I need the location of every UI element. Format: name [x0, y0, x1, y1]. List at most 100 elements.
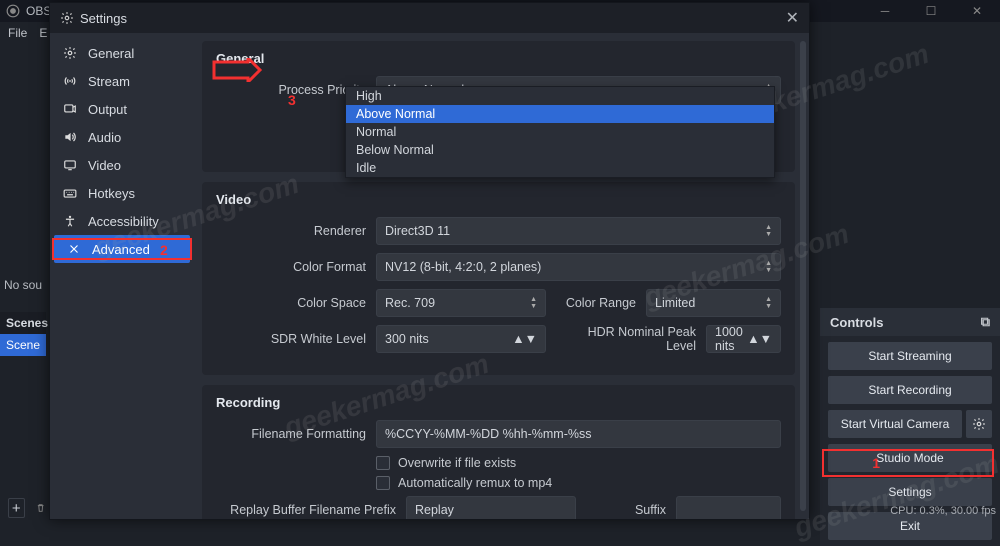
sidebar-label: General: [88, 46, 134, 61]
vcam-settings-button[interactable]: [966, 410, 992, 438]
general-heading: General: [216, 51, 781, 66]
annotation-num-3: 3: [288, 92, 296, 108]
dropdown-option-idle[interactable]: Idle: [346, 159, 774, 177]
controls-header: Controls: [830, 315, 883, 330]
popout-icon[interactable]: ⧉: [981, 314, 990, 330]
suffix-input[interactable]: [676, 496, 781, 519]
sdr-label: SDR White Level: [216, 332, 366, 346]
autoremux-label: Automatically remux to mp4: [398, 476, 552, 490]
menu-edit[interactable]: E: [39, 26, 47, 40]
hdr-value: 1000 nits: [715, 325, 747, 353]
chevron-updown-icon: ▲▼: [765, 224, 772, 238]
annotation-num-2: 2: [160, 242, 168, 258]
color-format-label: Color Format: [216, 260, 366, 274]
sidebar-item-advanced[interactable]: Advanced: [54, 235, 190, 263]
chevron-updown-icon: ▲▼: [747, 332, 772, 346]
studio-mode-button[interactable]: Studio Mode: [828, 444, 992, 472]
overwrite-label: Overwrite if file exists: [398, 456, 516, 470]
scrollbar[interactable]: [800, 41, 806, 511]
checkbox-icon: [376, 476, 390, 490]
renderer-value: Direct3D 11: [385, 224, 450, 238]
dropdown-option-high[interactable]: High: [346, 87, 774, 105]
status-bar: CPU: 0.3%, 30.00 fps: [890, 499, 996, 523]
sidebar-label: Stream: [88, 74, 130, 89]
video-heading: Video: [216, 192, 781, 207]
no-source-text: No sou: [0, 278, 42, 292]
dialog-close-button[interactable]: ✕: [786, 8, 799, 28]
dialog-title: Settings: [80, 11, 127, 26]
start-virtual-camera-button[interactable]: Start Virtual Camera: [828, 410, 962, 438]
replay-input[interactable]: Replay: [406, 496, 576, 519]
filename-label: Filename Formatting: [216, 427, 366, 441]
dropdown-option-normal[interactable]: Normal: [346, 123, 774, 141]
hdr-label: HDR Nominal Peak Level: [556, 325, 696, 353]
color-range-combo[interactable]: Limited ▲▼: [646, 289, 781, 317]
color-range-value: Limited: [655, 296, 695, 310]
filename-input[interactable]: %CCYY-%MM-%DD %hh-%mm-%ss: [376, 420, 781, 448]
sidebar-label: Audio: [88, 130, 121, 145]
speaker-icon: [62, 129, 78, 145]
renderer-label: Renderer: [216, 224, 366, 238]
sidebar-item-general[interactable]: General: [50, 39, 194, 67]
keyboard-icon: [62, 185, 78, 201]
autoremux-checkbox[interactable]: Automatically remux to mp4: [376, 476, 781, 490]
antenna-icon: [62, 73, 78, 89]
sidebar-label: Accessibility: [88, 214, 159, 229]
dropdown-option-above-normal[interactable]: Above Normal: [346, 105, 774, 123]
sidebar-label: Video: [88, 158, 121, 173]
replay-value: Replay: [415, 503, 454, 517]
chevron-updown-icon: ▲▼: [512, 332, 537, 346]
overwrite-checkbox[interactable]: Overwrite if file exists: [376, 456, 781, 470]
gear-icon: [62, 45, 78, 61]
minimize-button[interactable]: ─: [862, 0, 908, 22]
sidebar-item-stream[interactable]: Stream: [50, 67, 194, 95]
renderer-combo[interactable]: Direct3D 11 ▲▼: [376, 217, 781, 245]
sidebar-item-accessibility[interactable]: Accessibility: [50, 207, 194, 235]
chevron-updown-icon: ▲▼: [530, 296, 537, 310]
maximize-button[interactable]: ☐: [908, 0, 954, 22]
scene-item[interactable]: Scene: [0, 334, 46, 356]
process-priority-dropdown[interactable]: High Above Normal Normal Below Normal Id…: [345, 86, 775, 178]
trash-icon[interactable]: [35, 501, 46, 515]
replay-label: Replay Buffer Filename Prefix: [216, 503, 396, 517]
sidebar-label: Output: [88, 102, 127, 117]
annotation-arrow-icon: [212, 58, 262, 82]
accessibility-icon: [62, 213, 78, 229]
output-icon: [62, 101, 78, 117]
hdr-spin[interactable]: 1000 nits ▲▼: [706, 325, 781, 353]
chevron-updown-icon: ▲▼: [765, 260, 772, 274]
gear-icon: [972, 417, 986, 431]
annotation-num-1: 1: [872, 455, 880, 471]
start-streaming-button[interactable]: Start Streaming: [828, 342, 992, 370]
start-recording-button[interactable]: Start Recording: [828, 376, 992, 404]
recording-heading: Recording: [216, 395, 781, 410]
scenes-header: Scenes: [0, 312, 46, 334]
sidebar-item-audio[interactable]: Audio: [50, 123, 194, 151]
gear-icon: [60, 11, 74, 25]
color-range-label: Color Range: [556, 296, 636, 310]
chevron-updown-icon: ▲▼: [765, 296, 772, 310]
sdr-value: 300 nits: [385, 332, 429, 346]
color-format-combo[interactable]: NV12 (8-bit, 4:2:0, 2 planes) ▲▼: [376, 253, 781, 281]
obs-icon: [6, 4, 20, 18]
color-space-value: Rec. 709: [385, 296, 435, 310]
sdr-spin[interactable]: 300 nits ▲▼: [376, 325, 546, 353]
color-space-label: Color Space: [216, 296, 366, 310]
sidebar-item-output[interactable]: Output: [50, 95, 194, 123]
color-space-combo[interactable]: Rec. 709 ▲▼: [376, 289, 546, 317]
status-cpu: CPU: 0.3%, 30.00 fps: [890, 505, 996, 517]
sidebar-item-video[interactable]: Video: [50, 151, 194, 179]
tools-icon: [66, 241, 82, 257]
sidebar-item-hotkeys[interactable]: Hotkeys: [50, 179, 194, 207]
add-scene-button[interactable]: +: [8, 498, 25, 518]
video-panel: Video Renderer Direct3D 11 ▲▼ Color Form…: [202, 182, 795, 375]
close-button[interactable]: ✕: [954, 0, 1000, 22]
menu-file[interactable]: File: [8, 26, 27, 40]
sidebar-label: Advanced: [92, 242, 150, 257]
dropdown-option-below-normal[interactable]: Below Normal: [346, 141, 774, 159]
monitor-icon: [62, 157, 78, 173]
checkbox-icon: [376, 456, 390, 470]
filename-value: %CCYY-%MM-%DD %hh-%mm-%ss: [385, 427, 592, 441]
sidebar-label: Hotkeys: [88, 186, 135, 201]
color-format-value: NV12 (8-bit, 4:2:0, 2 planes): [385, 260, 541, 274]
